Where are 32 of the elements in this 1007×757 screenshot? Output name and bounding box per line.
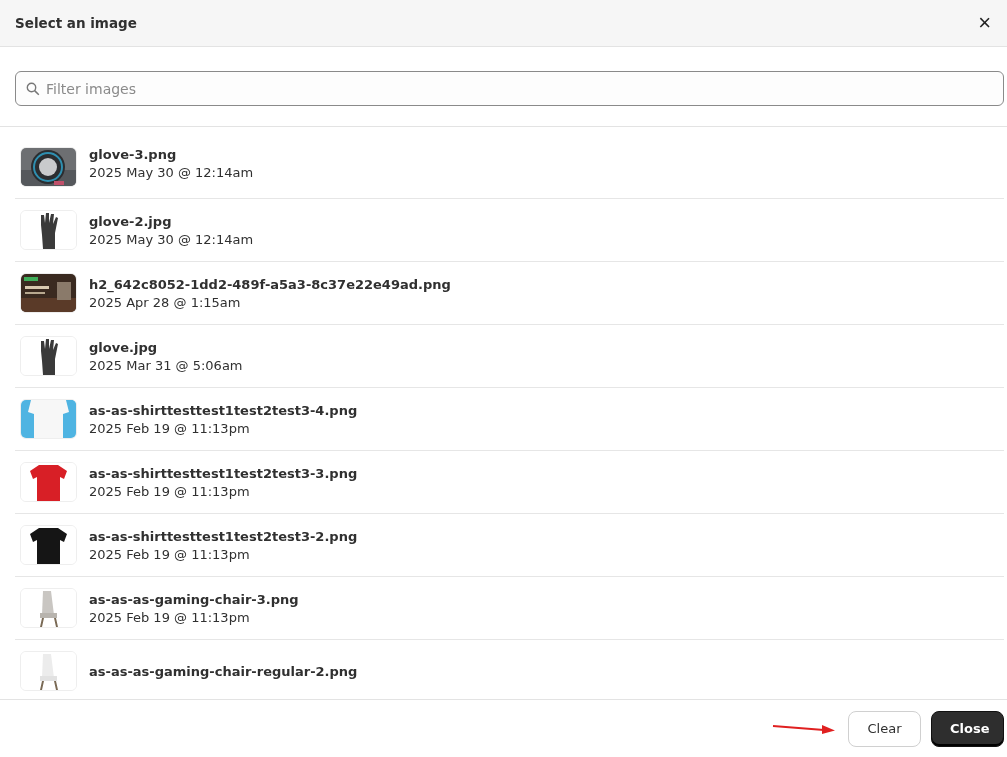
file-name: h2_642c8052-1dd2-489f-a5a3-8c37e22e49ad.png [89, 276, 451, 292]
image-list-item[interactable]: glove.jpg 2025 Mar 31 @ 5:06am [15, 325, 1004, 388]
primary-button[interactable]: Close [931, 710, 1004, 747]
search-field[interactable]: Filter images [15, 71, 1004, 106]
file-date: 2025 May 30 @ 12:14am [89, 165, 254, 180]
image-list-item[interactable]: as-as-shirttesttest1test2test3-2.png 2025 Feb 19 @ 11:13pm [15, 514, 1004, 577]
image-list-item[interactable]: h2_642c8052-1dd2-489f-a5a3-8c37e22e49ad.png 2025 Apr 28 @ 1:15am [15, 262, 1004, 325]
file-name: as-as-as-gaming-chair-regular-2.png [89, 663, 358, 679]
dialog-title: Select an image [15, 15, 137, 31]
file-date: 2025 Feb 19 @ 11:13pm [89, 546, 251, 562]
file-name: as-as-as-gaming-chair-3.png [89, 591, 299, 607]
image-list-item[interactable]: as-as-shirttesttest1test2test3-4.png 2025 Feb 19 @ 11:13pm [15, 388, 1004, 451]
file-name: glove-2.jpg [89, 213, 173, 229]
file-date: 2025 Feb 19 @ 11:13pm [89, 483, 251, 499]
file-date: 2025 Mar 31 @ 5:06am [89, 357, 243, 373]
file-date: 2025 Feb 19 @ 11:13pm [89, 609, 251, 625]
annotation-arrow [772, 722, 836, 735]
image-list-item[interactable]: glove-3.png 2025 May 30 @ 12:14am [15, 147, 1004, 199]
file-name: glove-3.png [89, 147, 178, 162]
file-date: 2025 May 30 @ 12:14am [89, 231, 254, 247]
file-date: 2025 Apr 28 @ 1:15am [89, 294, 242, 310]
image-list-item[interactable]: as-as-as-gaming-chair-regular-2.png [15, 640, 1004, 699]
file-name: as-as-shirttesttest1test2test3-3.png [89, 465, 358, 481]
image-list-item[interactable]: as-as-shirttesttest1test2test3-3.png 2025 Feb 19 @ 11:13pm [15, 451, 1004, 514]
close-button[interactable]: × [976, 12, 993, 34]
image-list-item[interactable]: glove-2.jpg 2025 May 30 @ 12:14am [15, 199, 1004, 262]
file-name: glove.jpg [89, 339, 158, 355]
secondary-button[interactable]: Clear [848, 710, 921, 747]
image-list-item[interactable]: as-as-as-gaming-chair-3.png 2025 Feb 19 @ 11:13pm [15, 577, 1004, 640]
file-name: as-as-shirttesttest1test2test3-2.png [89, 528, 358, 544]
file-name: as-as-shirttesttest1test2test3-4.png [89, 402, 358, 418]
file-date: 2025 Feb 19 @ 11:13pm [89, 420, 251, 436]
